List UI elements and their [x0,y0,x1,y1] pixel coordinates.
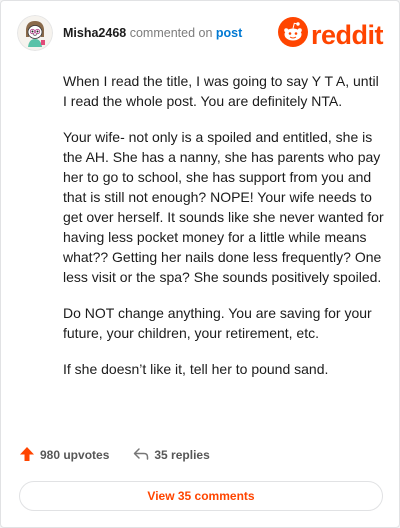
upvote-arrow-icon [19,446,35,465]
reply-arrow-icon [133,446,149,465]
reddit-logo: reddit [277,17,384,52]
action-text: commented on [129,26,213,40]
comment-footer: 980 upvotes 35 replies [19,445,234,465]
reddit-wordmark: reddit [310,19,384,50]
comment-body: When I read the title, I was going to sa… [63,71,385,395]
comment-paragraph: Your wife- not only is a spoiled and ent… [63,129,384,285]
comment-meta: Misha2468 commented on post [63,25,242,41]
reddit-snoo-icon [277,17,308,52]
post-link[interactable]: post [216,26,242,40]
user-avatar[interactable] [17,15,53,51]
upvote-button[interactable]: 980 upvotes [19,446,109,465]
comment-paragraph: When I read the title, I was going to sa… [63,73,379,109]
comment-paragraph: Do NOT change anything. You are saving f… [63,305,372,341]
view-comments-button[interactable]: View 35 comments [19,481,383,511]
comment-card: Misha2468 commented on post reddit When … [0,0,400,528]
comment-paragraph: If she doesn’t like it, tell her to poun… [63,361,329,377]
upvote-count: 980 upvotes [40,448,110,462]
replies-count: 35 replies [154,448,210,462]
comment-header: Misha2468 commented on post reddit [17,15,384,52]
username[interactable]: Misha2468 [63,26,126,40]
replies-button[interactable]: 35 replies [133,446,210,465]
